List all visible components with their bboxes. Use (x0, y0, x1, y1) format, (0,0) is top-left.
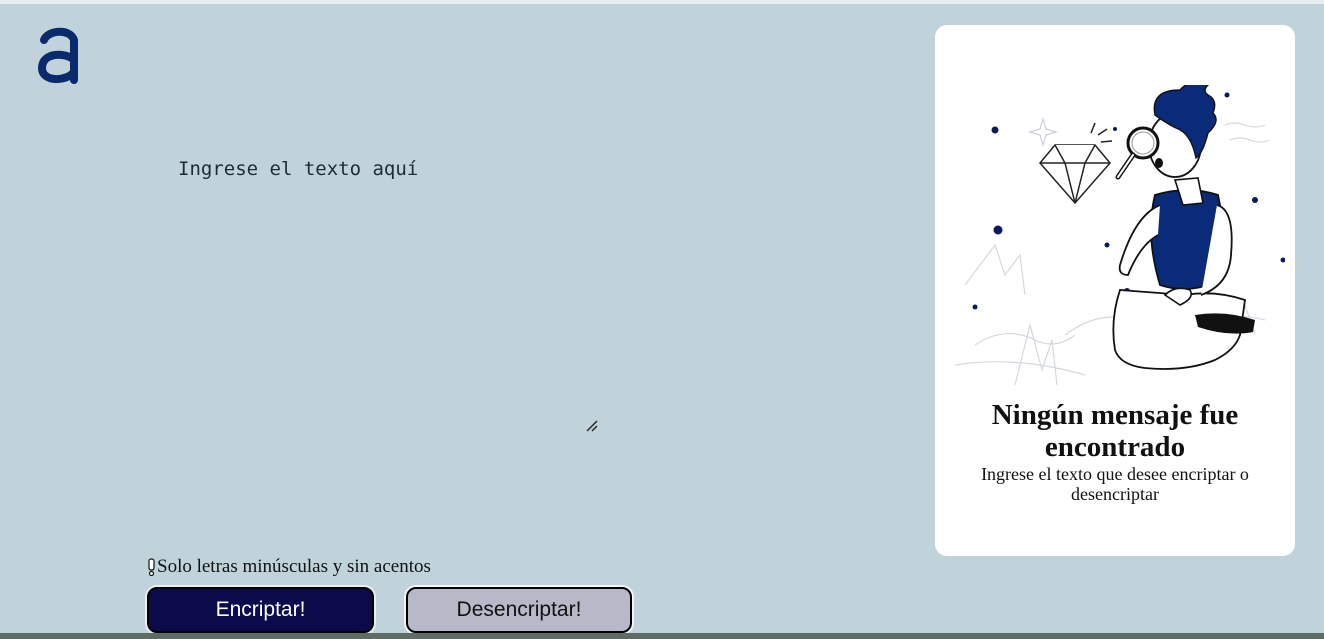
person-with-magnifier-illustration (954, 81, 1286, 405)
result-title: Ningún mensaje fue encontrado (991, 399, 1239, 463)
window-top-edge (0, 0, 1324, 4)
result-panel: Ningún mensaje fue encontrado Ingrese el… (935, 25, 1295, 556)
decrypt-button[interactable]: Desencriptar! (406, 587, 632, 633)
taskbar-edge (0, 633, 1324, 639)
message-input[interactable] (178, 158, 598, 434)
result-subtitle: Ingrese el texto que desee encriptar o d… (981, 464, 1249, 504)
exclamation-icon (148, 558, 155, 577)
input-hint: Solo letras minúsculas y sin acentos (148, 556, 431, 578)
alura-logo-icon[interactable] (36, 26, 80, 84)
resize-handle-icon[interactable] (584, 418, 598, 432)
hint-text: Solo letras minúsculas y sin acentos (157, 556, 431, 577)
encrypt-button[interactable]: Encriptar! (147, 587, 374, 633)
